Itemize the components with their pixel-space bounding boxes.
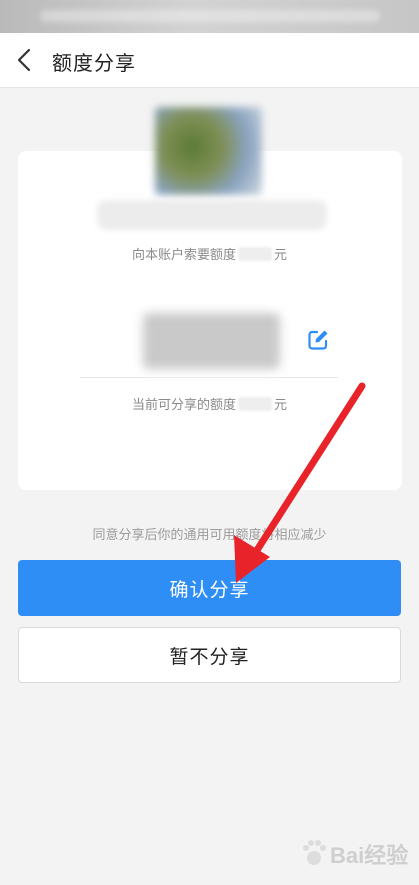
edit-icon bbox=[308, 330, 328, 350]
watermark-text: Bai经验 bbox=[330, 843, 409, 868]
back-button[interactable] bbox=[10, 45, 40, 75]
chevron-left-icon bbox=[17, 48, 31, 72]
page-title: 额度分享 bbox=[52, 51, 136, 75]
amount-divider bbox=[80, 377, 338, 378]
available-prefix: 当前可分享的额度 bbox=[131, 398, 236, 413]
confirm-share-button[interactable]: 确认分享 bbox=[18, 560, 401, 616]
edit-amount-button[interactable] bbox=[305, 327, 331, 353]
request-amount-text: 向本账户索要额度 元 bbox=[0, 244, 419, 263]
requester-name-blurred bbox=[97, 200, 327, 230]
request-amount-blurred bbox=[238, 247, 272, 261]
decline-share-button[interactable]: 暂不分享 bbox=[18, 627, 401, 683]
available-amount-blurred bbox=[238, 397, 272, 411]
available-suffix: 元 bbox=[274, 398, 288, 413]
request-suffix: 元 bbox=[274, 248, 288, 263]
share-amount-field[interactable] bbox=[143, 313, 280, 369]
available-amount-text: 当前可分享的额度 元 bbox=[0, 394, 419, 413]
status-bar-blur bbox=[40, 10, 380, 22]
avatar bbox=[155, 107, 262, 195]
status-bar bbox=[0, 0, 419, 33]
nav-bar: 额度分享 bbox=[0, 33, 419, 88]
request-prefix: 向本账户索要额度 bbox=[131, 248, 236, 263]
share-notice: 同意分享后你的通用可用额度将相应减少 bbox=[92, 528, 327, 543]
